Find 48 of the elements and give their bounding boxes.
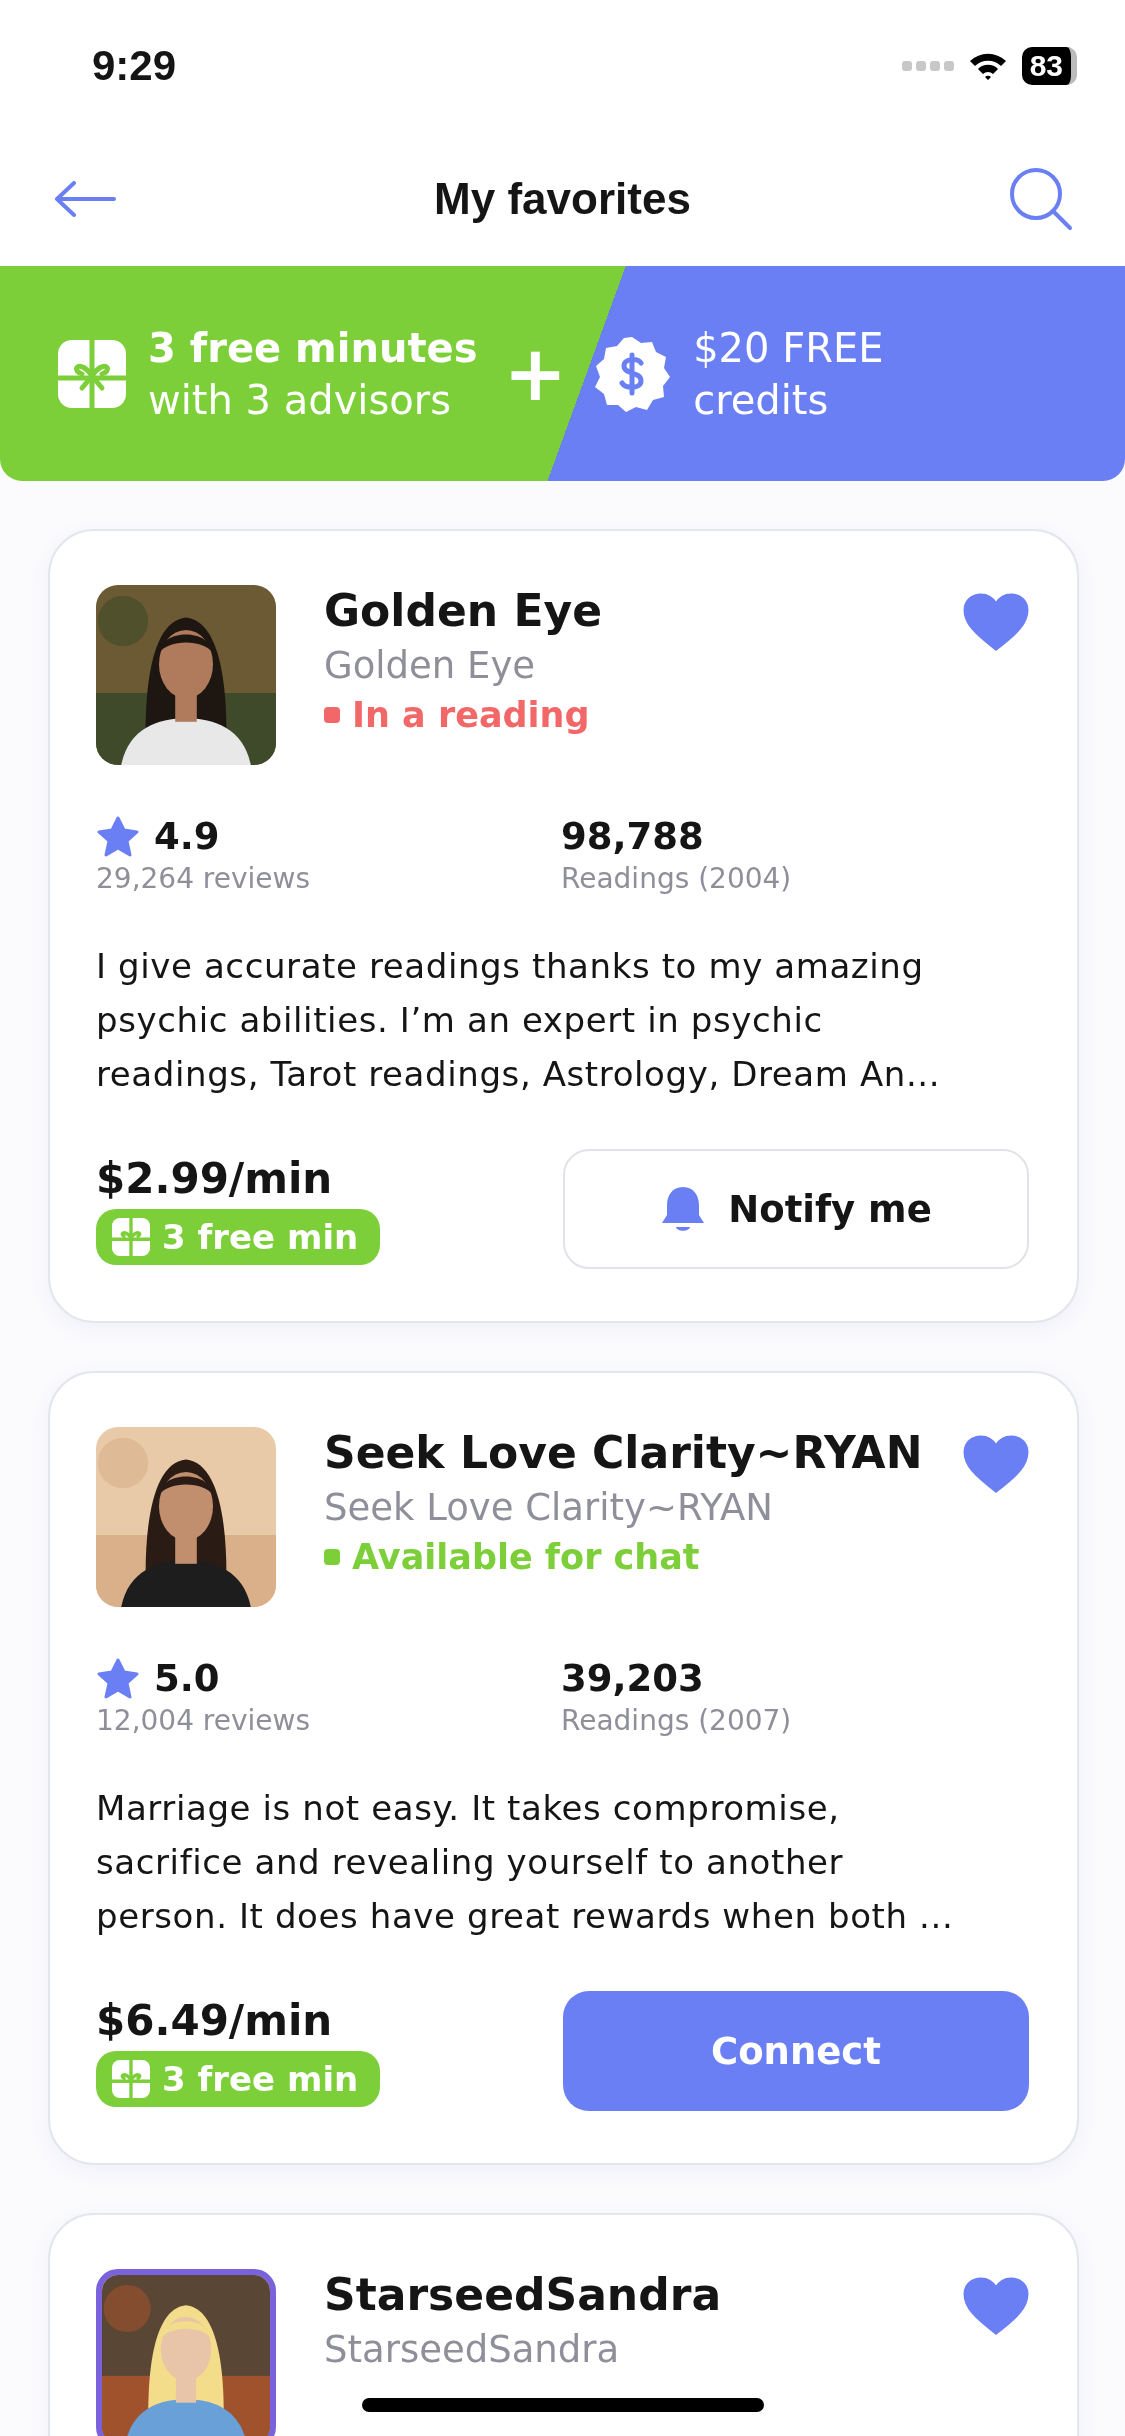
credits-subline: credits [693,376,830,423]
gift-icon [112,2059,150,2098]
signal-icon [901,60,954,72]
advisor-name: StarseedSandra [324,2269,722,2320]
status-time: 9:29 [92,42,177,90]
star-icon [96,815,140,858]
promo-headline: 3 free minutes [148,324,478,371]
price-per-minute: $2.99/min [96,1153,334,1203]
gift-icon [112,1217,150,1256]
advisor-name: Golden Eye [324,585,602,636]
advisor-card[interactable] [48,1371,1079,2165]
advisor-username: StarseedSandra [324,2328,620,2371]
advisor-name: Seek Love Clarity~RYAN [324,1427,923,1478]
reviews-count: 29,264 reviews [96,862,312,895]
credits-headline: $20 FREE [693,324,884,371]
advisor-username: Golden Eye [324,644,536,687]
price-per-minute: $6.49/min [96,1995,334,2045]
free-minutes-badge: 3 free min [96,2050,381,2107]
status-label: In a reading [352,695,590,735]
search-icon[interactable] [1009,167,1073,231]
plus-sign: + [503,335,568,412]
status-label: Available for chat [352,1537,700,1577]
heart-icon[interactable] [963,593,1029,651]
star-icon [96,1657,140,1700]
advisor-username: Seek Love Clarity~RYAN [324,1486,773,1529]
advisor-card[interactable] [48,529,1079,1323]
heart-icon[interactable] [963,1435,1029,1493]
bell-icon [660,1185,707,1233]
notify-me-button[interactable]: Notify me [563,1149,1029,1269]
advisor-description: I give accurate readings thanks to my amazing psychic abilities. I’m an expert in psychic readings, Tarot readings, Astrology, Dream An... [96,945,942,1096]
heart-icon[interactable] [963,2277,1029,2335]
promo-subline: with 3 advisors [148,376,453,423]
dollar-badge-icon [593,334,672,413]
rating-value: 4.9 [154,815,220,858]
battery-icon: 83 [1021,47,1077,85]
readings-count: 39,203 [561,1657,705,1700]
advisor-description: Marriage is not easy. It takes compromise, sacrifice and revealing yourself to another person. It does have great rewards when both ... [96,1787,955,1938]
reviews-count: 12,004 reviews [96,1704,312,1737]
page-title: My favorites [434,174,691,224]
back-arrow-icon[interactable] [54,181,116,217]
rating-value: 5.0 [154,1657,220,1700]
readings-label: Readings (2004) [561,862,793,895]
readings-count: 98,788 [561,815,705,858]
connect-button[interactable]: Connect [563,1991,1029,2111]
free-minutes-badge: 3 free min [96,1208,381,1265]
advisor-card[interactable]: StarseedSandra StarseedSandra [48,2213,1079,2436]
gift-icon [58,339,126,408]
readings-label: Readings (2007) [561,1704,793,1737]
